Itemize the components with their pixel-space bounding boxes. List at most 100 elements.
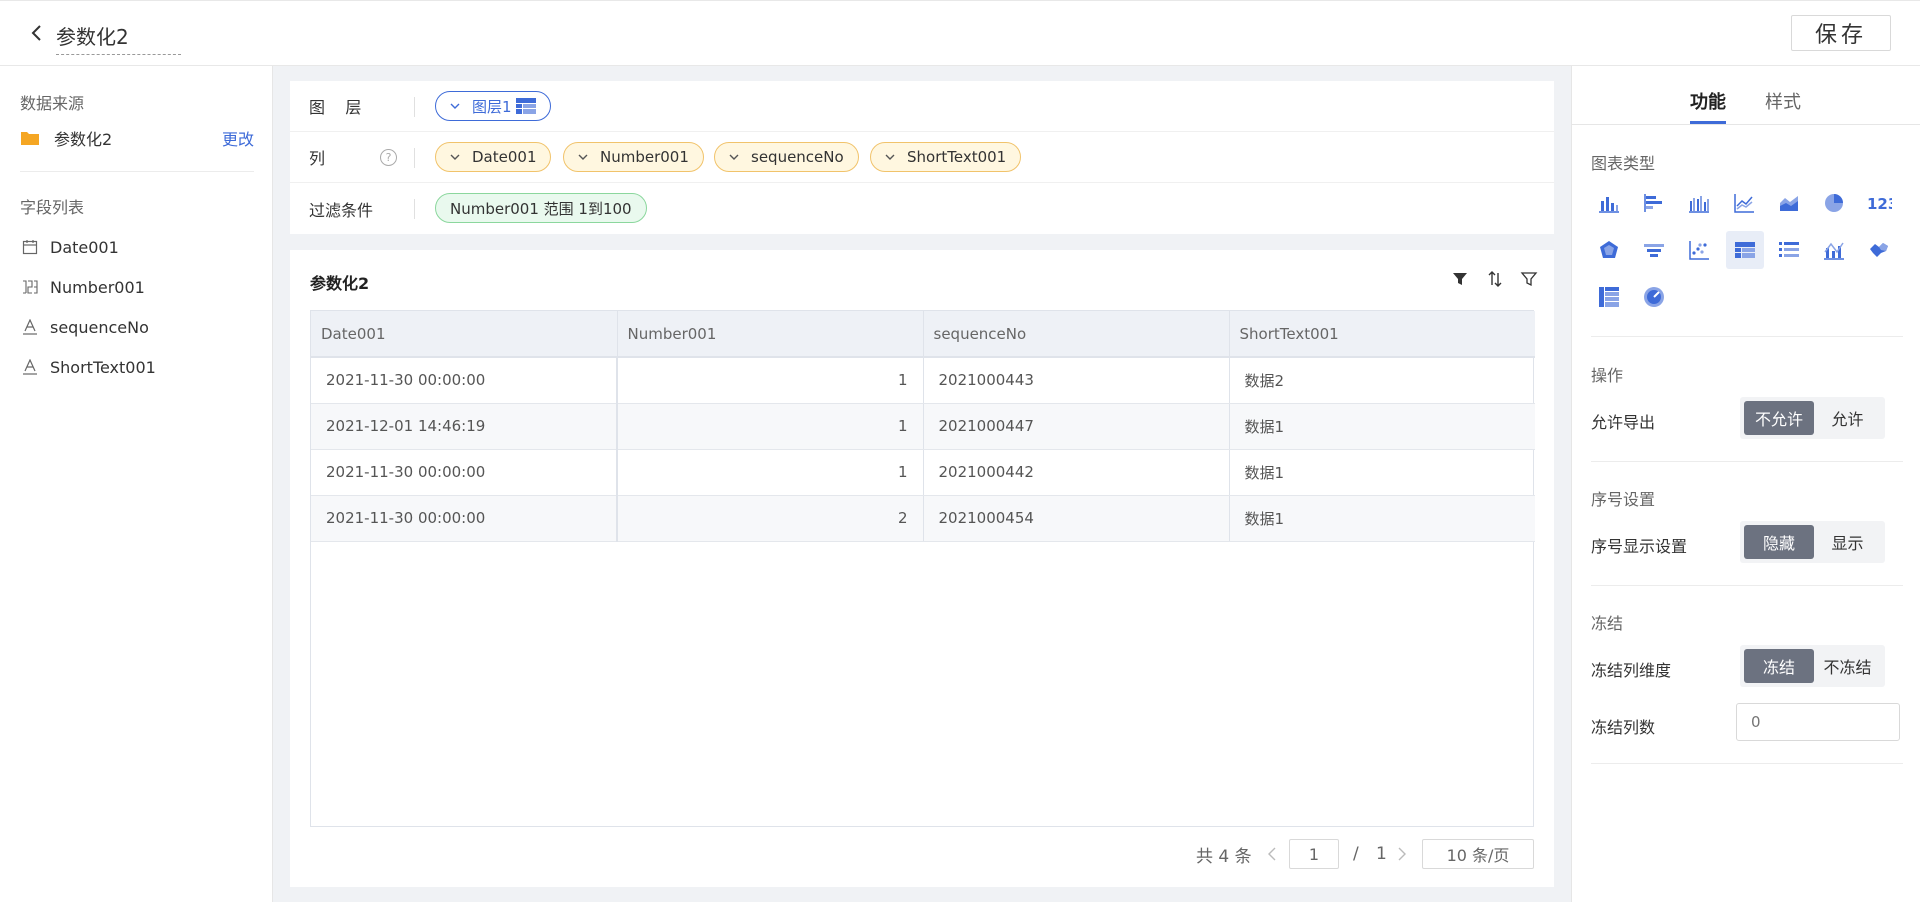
top-header: 参数化2 保存 bbox=[0, 0, 1920, 66]
list-chart-icon[interactable] bbox=[1772, 233, 1806, 267]
column-header[interactable]: sequenceNo bbox=[923, 311, 1230, 358]
table-panel: 参数化2 Date001 Number001 sequenceNo ShortT… bbox=[290, 250, 1554, 887]
column-pill-shorttext001[interactable]: ShortText001 bbox=[870, 142, 1022, 172]
table-cell: 2021000454 bbox=[923, 495, 1230, 542]
column-header[interactable]: ShortText001 bbox=[1229, 311, 1535, 358]
field-label: Date001 bbox=[50, 237, 119, 257]
column-header[interactable]: Number001 bbox=[617, 311, 924, 358]
column-pill-label: sequenceNo bbox=[751, 148, 844, 166]
config-panel: 图 层 图层1 列 ? Date001 Number001 sequenceNo… bbox=[290, 81, 1554, 234]
page-number-input[interactable]: 1 bbox=[1289, 839, 1339, 869]
gauge-chart-icon[interactable] bbox=[1637, 280, 1671, 314]
freeze-option[interactable]: 冻结 bbox=[1744, 649, 1814, 683]
calendar-icon bbox=[20, 237, 40, 257]
bar-chart-icon[interactable] bbox=[1592, 186, 1626, 220]
scatter-chart-icon[interactable] bbox=[1682, 233, 1716, 267]
table-cell: 数据1 bbox=[1229, 495, 1535, 542]
column-pill-number001[interactable]: Number001 bbox=[563, 142, 704, 172]
change-datasource-link[interactable]: 更改 bbox=[222, 126, 254, 150]
filter-filled-icon[interactable] bbox=[1451, 270, 1469, 288]
pagination-separator: / bbox=[1353, 844, 1359, 864]
table-cell: 2021000447 bbox=[923, 403, 1230, 450]
text-icon bbox=[20, 317, 40, 337]
table-cell: 2021-11-30 00:00:00 bbox=[311, 357, 618, 404]
column-pill-sequenceno[interactable]: sequenceNo bbox=[714, 142, 859, 172]
table-row: 2021-12-01 14:46:19 1 2021000447 数据1 bbox=[311, 403, 1535, 450]
field-label: ShortText001 bbox=[50, 357, 156, 377]
table-cell: 数据1 bbox=[1229, 403, 1535, 450]
disallow-export-option[interactable]: 不允许 bbox=[1744, 401, 1814, 435]
layer-pill[interactable]: 图层1 bbox=[435, 91, 551, 121]
column-pill-date001[interactable]: Date001 bbox=[435, 142, 552, 172]
area-chart-icon[interactable] bbox=[1772, 186, 1806, 220]
svg-text:123: 123 bbox=[1867, 195, 1892, 213]
sequence-display-toggle: 隐藏 显示 bbox=[1740, 521, 1885, 563]
pie-chart-icon[interactable] bbox=[1817, 186, 1851, 220]
filter-pill[interactable]: Number001 范围 1到100 bbox=[435, 193, 647, 223]
layer-pill-label: 图层1 bbox=[472, 97, 512, 116]
number-card-icon[interactable]: 123 bbox=[1862, 186, 1896, 220]
chevron-down-icon bbox=[885, 154, 895, 160]
filter-outline-icon[interactable] bbox=[1520, 270, 1538, 288]
datasource-row: 参数化2 更改 bbox=[20, 126, 254, 150]
fields-title: 字段列表 bbox=[20, 198, 85, 217]
pagination-pages: 1 bbox=[1376, 844, 1387, 864]
table-cell: 2021000442 bbox=[923, 449, 1230, 496]
freeze-count-input[interactable] bbox=[1736, 703, 1900, 741]
sequence-display-label: 序号显示设置 bbox=[1591, 537, 1688, 556]
funnel-chart-icon[interactable] bbox=[1637, 233, 1671, 267]
radar-chart-icon[interactable] bbox=[1592, 233, 1626, 267]
show-sequence-option[interactable]: 显示 bbox=[1814, 525, 1881, 559]
horizontal-bar-chart-icon[interactable] bbox=[1637, 186, 1671, 220]
field-label: Number001 bbox=[50, 277, 145, 297]
pivot-table-icon[interactable] bbox=[1592, 280, 1626, 314]
filter-pill-label: Number001 范围 1到100 bbox=[450, 199, 632, 218]
filter-label: 过滤条件 bbox=[309, 200, 374, 220]
columns-label: 列 bbox=[309, 149, 326, 168]
tab-function[interactable]: 功能 bbox=[1690, 88, 1726, 114]
chevron-down-icon bbox=[450, 154, 460, 160]
grouped-bar-chart-icon[interactable] bbox=[1682, 186, 1716, 220]
save-button[interactable]: 保存 bbox=[1791, 15, 1891, 51]
divider bbox=[20, 171, 254, 172]
field-item-number001[interactable]: Number001 bbox=[20, 275, 145, 299]
page-size-select[interactable]: 10 条/页 bbox=[1422, 839, 1534, 869]
layer-row: 图 层 图层1 bbox=[290, 81, 1554, 132]
line-chart-icon[interactable] bbox=[1727, 186, 1761, 220]
combo-chart-icon[interactable] bbox=[1817, 233, 1851, 267]
help-icon[interactable]: ? bbox=[380, 149, 397, 166]
tab-divider bbox=[1571, 124, 1920, 125]
column-pill-label: Number001 bbox=[600, 148, 689, 166]
page-title[interactable]: 参数化2 bbox=[56, 21, 181, 55]
allow-export-option[interactable]: 允许 bbox=[1814, 401, 1881, 435]
field-item-shorttext001[interactable]: ShortText001 bbox=[20, 355, 156, 379]
tab-style[interactable]: 样式 bbox=[1765, 88, 1801, 114]
chevron-left-icon[interactable] bbox=[1266, 847, 1278, 861]
back-arrow-icon[interactable] bbox=[30, 23, 44, 43]
sort-icon[interactable] bbox=[1486, 270, 1504, 288]
allow-export-toggle: 不允许 允许 bbox=[1740, 397, 1885, 439]
columns-row: 列 ? Date001 Number001 sequenceNo ShortTe… bbox=[290, 132, 1554, 183]
divider bbox=[1591, 763, 1903, 764]
hide-sequence-option[interactable]: 隐藏 bbox=[1744, 525, 1814, 559]
table-cell: 2 bbox=[617, 495, 924, 542]
table-cell: 2021-11-30 00:00:00 bbox=[311, 449, 618, 496]
layer-label: 图 层 bbox=[309, 98, 362, 117]
field-item-date001[interactable]: Date001 bbox=[20, 235, 119, 259]
table-chart-icon[interactable] bbox=[1726, 231, 1764, 269]
freeze-dimension-label: 冻结列维度 bbox=[1591, 661, 1672, 680]
column-header[interactable]: Date001 bbox=[311, 311, 618, 358]
table-row: 2021-11-30 00:00:00 1 2021000443 数据2 bbox=[311, 357, 1535, 404]
chevron-right-icon[interactable] bbox=[1396, 847, 1408, 861]
data-table: Date001 Number001 sequenceNo ShortText00… bbox=[310, 310, 1535, 827]
datasource-title: 数据来源 bbox=[20, 94, 85, 113]
field-item-sequenceno[interactable]: sequenceNo bbox=[20, 315, 149, 339]
map-chart-icon[interactable] bbox=[1862, 233, 1896, 267]
sequence-settings-title: 序号设置 bbox=[1591, 490, 1656, 509]
chevron-down-icon bbox=[450, 103, 460, 109]
filter-row: 过滤条件 Number001 范围 1到100 bbox=[290, 183, 1554, 234]
separator bbox=[414, 148, 415, 168]
table-cell: 数据1 bbox=[1229, 449, 1535, 496]
chevron-down-icon bbox=[729, 154, 739, 160]
unfreeze-option[interactable]: 不冻结 bbox=[1814, 649, 1881, 683]
